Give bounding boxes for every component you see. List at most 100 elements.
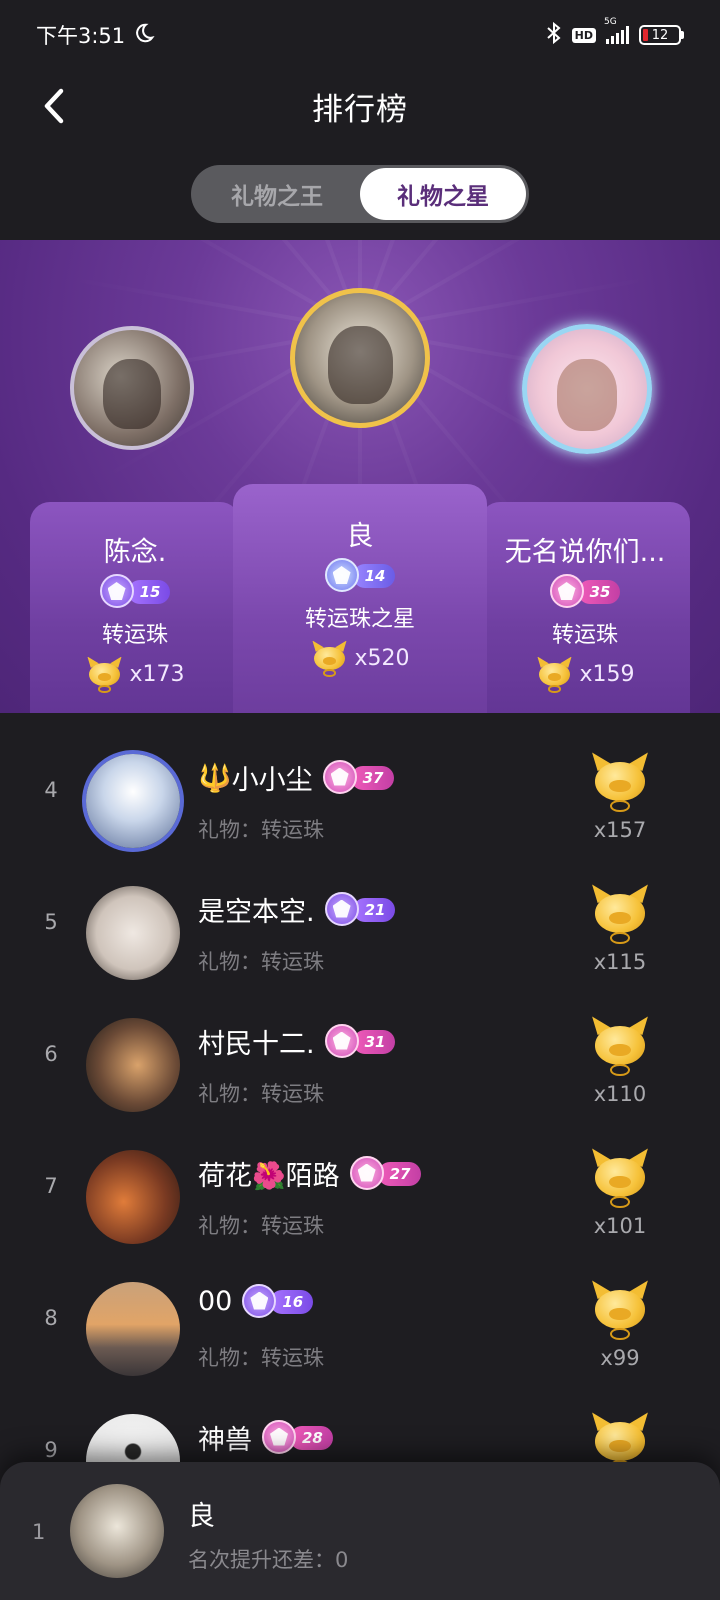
podium-count-1: x520	[233, 639, 487, 677]
avatar[interactable]	[86, 1150, 180, 1244]
podium-count-3: x159	[480, 655, 690, 693]
reward-count: x99	[600, 1346, 640, 1370]
avatar-rank-1[interactable]	[290, 288, 430, 428]
reward: x99	[580, 1278, 660, 1370]
trident-icon: 🔱	[198, 762, 232, 794]
reward-count: x101	[593, 1214, 647, 1238]
my-name: 良	[188, 1501, 215, 1532]
tab-gift-king[interactable]: 礼物之王	[194, 168, 360, 220]
bluetooth-icon	[546, 21, 562, 50]
gift-label: 礼物：转运珠	[198, 1214, 324, 1238]
status-left: 下午3:51	[36, 20, 155, 50]
reward-count: x157	[593, 818, 647, 842]
level-badge: 16	[242, 1283, 314, 1318]
page-title: 排行榜	[312, 91, 408, 128]
moon-icon	[133, 22, 155, 49]
gem-icon	[262, 1419, 296, 1454]
tab-gift-star[interactable]: 礼物之星	[360, 168, 526, 220]
pig-icon	[535, 655, 573, 693]
chevron-left-icon	[44, 88, 64, 124]
gem-icon	[349, 1155, 384, 1190]
user-name: 00	[198, 1286, 233, 1317]
battery-icon: 12	[639, 25, 684, 45]
podium: 陈念. 15 转运珠 x173 良 14 转运珠之星 x520 无名说你们...…	[0, 240, 720, 713]
status-right: HD 5G 12	[546, 17, 684, 50]
gem-icon	[324, 558, 359, 592]
podium-name-3: 无名说你们...	[504, 537, 666, 568]
pedestal-rank-2[interactable]: 陈念. 15 转运珠 x173	[30, 502, 240, 713]
level-badge: 28	[262, 1419, 333, 1454]
podium-gift-2: 转运珠	[101, 623, 168, 648]
level-badge: 31	[324, 1023, 396, 1058]
pedestal-rank-1[interactable]: 良 14 转运珠之星 x520	[233, 484, 487, 713]
hd-badge: HD	[571, 27, 596, 43]
gem-icon	[322, 759, 357, 794]
back-button[interactable]	[34, 86, 74, 126]
gift-label: 礼物：转运珠	[198, 818, 324, 842]
gift-label: 礼物：转运珠	[198, 1082, 324, 1106]
gem-icon	[324, 891, 359, 926]
reward: x110	[580, 1014, 660, 1106]
pig-icon	[589, 1014, 651, 1076]
level-badge: 35	[549, 574, 621, 608]
gift-label: 礼物：转运珠	[198, 1346, 324, 1370]
avatar[interactable]	[86, 754, 180, 848]
podium-count-2: x173	[30, 655, 240, 693]
reward: x115	[580, 882, 660, 974]
pig-icon	[85, 655, 123, 693]
status-bar: 下午3:51 HD 5G 12	[0, 0, 720, 70]
reward-count: x115	[593, 950, 647, 974]
rank-number: 6	[44, 1042, 58, 1066]
gem-icon	[549, 574, 584, 608]
avatar-rank-2[interactable]	[70, 326, 194, 450]
list-item[interactable]: 8 00 16 礼物：转运珠 x99	[0, 1256, 720, 1388]
podium-gift-3: 转运珠	[551, 623, 618, 648]
ranking-list: 4 🔱 小小尘 37 礼物：转运珠 x157 5 是空本空. 21 礼物：转运珠 …	[0, 728, 720, 1520]
pig-icon	[589, 882, 651, 944]
my-rank-bar[interactable]: 1 良 名次提升还差：0	[0, 1462, 720, 1600]
battery-level: 12	[651, 27, 669, 43]
pig-icon	[589, 1146, 651, 1208]
level-badge: 27	[349, 1155, 421, 1190]
gem-icon	[99, 574, 134, 608]
pedestal-rank-3[interactable]: 无名说你们... 35 转运珠 x159	[480, 502, 690, 713]
user-name: 荷花🌺陌路	[198, 1161, 340, 1192]
user-name: 是空本空.	[198, 897, 315, 928]
avatar-rank-3[interactable]	[522, 324, 652, 454]
rank-number: 9	[44, 1438, 58, 1462]
level-badge: 37	[322, 759, 394, 794]
pig-icon	[589, 750, 651, 812]
rank-number: 7	[44, 1174, 58, 1198]
list-item[interactable]: 6 村民十二. 31 礼物：转运珠 x110	[0, 992, 720, 1124]
level-badge: 15	[99, 574, 171, 608]
rank-gap-text: 名次提升还差：0	[188, 1548, 349, 1572]
user-name: 小小尘	[231, 765, 313, 796]
my-avatar[interactable]	[70, 1484, 164, 1578]
header: 排行榜	[0, 70, 720, 142]
avatar[interactable]	[86, 886, 180, 980]
rank-number: 4	[44, 778, 58, 802]
status-time: 下午3:51	[36, 24, 126, 48]
list-item[interactable]: 5 是空本空. 21 礼物：转运珠 x115	[0, 860, 720, 992]
my-rank-number: 1	[32, 1520, 46, 1544]
reward: x157	[580, 750, 660, 842]
list-item[interactable]: 4 🔱 小小尘 37 礼物：转运珠 x157	[0, 728, 720, 860]
signal-icon: 5G	[604, 17, 629, 44]
gem-icon	[324, 1023, 359, 1058]
rank-number: 5	[44, 910, 58, 934]
level-badge: 21	[324, 891, 396, 926]
reward-count: x110	[593, 1082, 647, 1106]
pig-icon	[310, 639, 348, 677]
list-item[interactable]: 7 荷花🌺陌路 27 礼物：转运珠 x101	[0, 1124, 720, 1256]
network-type: 5G	[604, 17, 617, 27]
tab-switcher: 礼物之王 礼物之星	[191, 165, 529, 223]
gift-label: 礼物：转运珠	[198, 950, 324, 974]
user-name: 神兽	[198, 1425, 252, 1456]
level-badge: 14	[324, 558, 396, 592]
podium-name-2: 陈念.	[103, 537, 167, 568]
podium-name-1: 良	[346, 521, 374, 552]
rank-number: 8	[44, 1306, 58, 1330]
avatar[interactable]	[86, 1282, 180, 1376]
reward: x101	[580, 1146, 660, 1238]
avatar[interactable]	[86, 1018, 180, 1112]
